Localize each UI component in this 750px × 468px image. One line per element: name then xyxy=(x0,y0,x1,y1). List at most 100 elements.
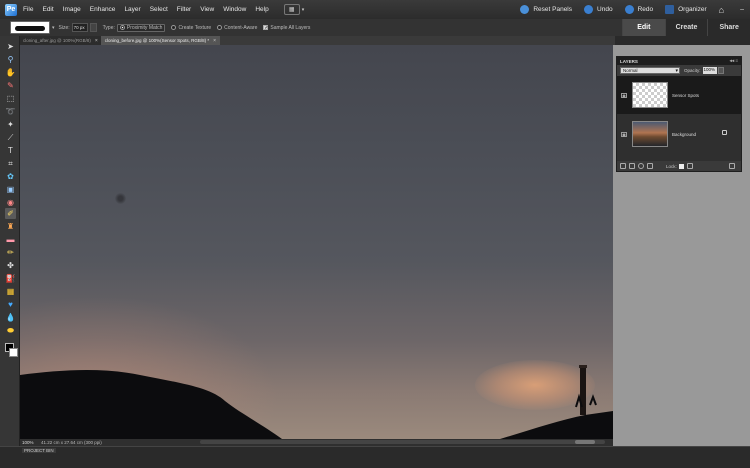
horizontal-scrollbar[interactable] xyxy=(200,440,605,444)
content-radio[interactable] xyxy=(217,25,223,30)
workspace-button[interactable]: ▦ xyxy=(283,4,300,15)
layers-panel: LAYERS ◂◂ ≡ Normal Opacity: 100% ◉ Senso… xyxy=(616,56,742,172)
clone-stamp-tool-icon[interactable]: ♜ xyxy=(5,221,16,232)
mask-icon[interactable] xyxy=(647,163,653,169)
doc-tab-before[interactable]: cloning_before.jpg @ 100%(Sensor Spots, … xyxy=(101,36,221,45)
paint-bucket-tool-icon[interactable]: ⛽ xyxy=(5,273,16,284)
content-aware-option[interactable]: Content-Aware xyxy=(217,25,257,31)
menu-filter[interactable]: Filter xyxy=(177,6,191,13)
mode-tabs: Edit Create Share xyxy=(622,19,750,36)
home-button[interactable]: ⌂ xyxy=(719,5,724,15)
doc-tab-after[interactable]: cloning_after.jpg @ 100%(RGB/8) × xyxy=(20,36,102,45)
sample-label: Sample All Layers xyxy=(270,24,311,31)
panel-menu-icon[interactable]: ◂◂ ≡ xyxy=(730,58,738,64)
undo-button[interactable]: Undo xyxy=(584,5,613,14)
project-bin-toggle[interactable]: PROJECT BIN xyxy=(22,448,56,453)
marquee-tool-icon[interactable]: ⬚ xyxy=(5,93,16,104)
opacity-input[interactable]: 100% xyxy=(702,67,717,74)
close-icon[interactable]: × xyxy=(213,38,216,44)
menu-enhance[interactable]: Enhance xyxy=(90,6,116,13)
adjustment-layer-icon[interactable] xyxy=(638,163,644,169)
scrollbar-thumb[interactable] xyxy=(575,440,595,444)
tab-create[interactable]: Create xyxy=(664,19,708,36)
document-info: 41.22 cm x 27.64 cm (300 ppi) xyxy=(41,440,102,445)
sample-all-layers-option[interactable]: ✓ Sample All Layers xyxy=(263,25,310,31)
lock-all-icon[interactable] xyxy=(686,163,693,169)
close-icon[interactable]: × xyxy=(95,38,98,44)
eyedropper-tool-icon[interactable]: ✎ xyxy=(5,80,16,91)
proximity-radio[interactable] xyxy=(119,25,125,30)
menu-window[interactable]: Window xyxy=(223,6,246,13)
layer-name: Sensor Spots xyxy=(672,92,700,98)
layer-row-background[interactable]: ◉ Background xyxy=(617,115,741,153)
opacity-slider-button[interactable] xyxy=(717,67,724,74)
reset-panels-button[interactable]: Reset Panels xyxy=(520,5,572,14)
cookie-cutter-tool-icon[interactable]: ✿ xyxy=(5,171,16,182)
size-label: Size: xyxy=(58,24,70,31)
layers-controls: Normal Opacity: 100% xyxy=(617,65,741,76)
redo-label: Redo xyxy=(637,6,654,13)
new-group-icon[interactable] xyxy=(629,163,635,169)
undo-label: Undo xyxy=(597,6,613,13)
blur-tool-icon[interactable]: 💧 xyxy=(5,312,16,323)
lock-transparent-icon[interactable] xyxy=(678,163,684,169)
zoom-tool-icon[interactable]: ⚲ xyxy=(5,54,16,65)
organizer-button[interactable]: Organizer xyxy=(665,5,707,14)
menu-file[interactable]: File xyxy=(23,6,33,13)
tab-share[interactable]: Share xyxy=(707,19,750,36)
quick-selection-tool-icon[interactable]: ✦ xyxy=(5,119,16,130)
new-layer-icon[interactable] xyxy=(620,163,626,169)
spot-healing-brush-icon[interactable]: ✐ xyxy=(5,208,16,219)
status-bar: 100% 41.22 cm x 27.64 cm (300 ppi) xyxy=(20,439,613,446)
lasso-tool-icon[interactable]: ➰ xyxy=(5,106,16,117)
blend-mode-select[interactable]: Normal xyxy=(620,67,680,74)
menu-help[interactable]: Help xyxy=(255,6,268,13)
redo-button[interactable]: Redo xyxy=(624,5,654,14)
gradient-tool-icon[interactable]: ▦ xyxy=(5,286,16,297)
texture-radio[interactable] xyxy=(171,25,177,30)
recompose-tool-icon[interactable]: ▣ xyxy=(5,184,16,195)
brush-preview[interactable] xyxy=(10,21,50,34)
brush-tool-icon[interactable]: ✏ xyxy=(5,247,16,258)
layer-row-sensor-spots[interactable]: ◉ Sensor Spots xyxy=(617,76,741,114)
sample-all-checkbox[interactable]: ✓ xyxy=(263,25,269,31)
chevron-down-icon[interactable]: ▾ xyxy=(52,25,55,31)
red-eye-tool-icon[interactable]: ◉ xyxy=(5,197,16,208)
organizer-label: Organizer xyxy=(678,6,707,13)
smart-brush-tool-icon[interactable]: ✤ xyxy=(5,260,16,271)
type-tool-icon[interactable]: T xyxy=(5,145,16,156)
chevron-down-icon[interactable]: ▾ xyxy=(302,7,305,13)
shape-tool-icon[interactable]: ♥ xyxy=(5,299,16,310)
size-slider-button[interactable] xyxy=(89,23,97,32)
tab-edit[interactable]: Edit xyxy=(622,19,665,36)
zoom-level[interactable]: 100% xyxy=(22,440,38,445)
menu-view[interactable]: View xyxy=(200,6,214,13)
straighten-tool-icon[interactable]: ⟋ xyxy=(5,132,16,143)
hand-tool-icon[interactable]: ✋ xyxy=(5,67,16,78)
crop-tool-icon[interactable]: ⌗ xyxy=(5,158,16,169)
sponge-tool-icon[interactable]: ⬬ xyxy=(5,325,16,336)
minimize-button[interactable]: – xyxy=(740,6,744,13)
size-input[interactable]: 70 px xyxy=(71,23,88,32)
image-canvas[interactable] xyxy=(20,45,613,439)
menu-select[interactable]: Select xyxy=(150,6,168,13)
top-right-actions: Reset Panels Undo Redo Organizer ⌂ – xyxy=(508,0,750,19)
eye-icon[interactable]: ◉ xyxy=(621,131,627,137)
create-texture-option[interactable]: Create Texture xyxy=(171,25,211,31)
project-bin: PROJECT BIN xyxy=(0,446,750,468)
layers-title: LAYERS xyxy=(620,58,638,64)
eye-icon[interactable]: ◉ xyxy=(621,92,627,98)
doc-tab-label: cloning_after.jpg @ 100%(RGB/8) xyxy=(23,38,91,43)
layers-panel-header: LAYERS ◂◂ ≡ xyxy=(617,57,741,65)
background-color-swatch[interactable] xyxy=(9,348,18,357)
eraser-tool-icon[interactable]: ▬ xyxy=(5,234,16,245)
home-icon: ⌂ xyxy=(718,4,725,15)
menu-image[interactable]: Image xyxy=(63,6,81,13)
menu-bar: Pe File Edit Image Enhance Layer Select … xyxy=(0,0,750,19)
redo-icon xyxy=(624,5,634,14)
menu-layer[interactable]: Layer xyxy=(124,6,140,13)
trash-icon[interactable] xyxy=(729,163,735,169)
menu-edit[interactable]: Edit xyxy=(42,6,53,13)
move-tool-icon[interactable]: ➤ xyxy=(5,41,16,52)
proximity-match-option[interactable]: Proximity Match xyxy=(116,23,166,32)
